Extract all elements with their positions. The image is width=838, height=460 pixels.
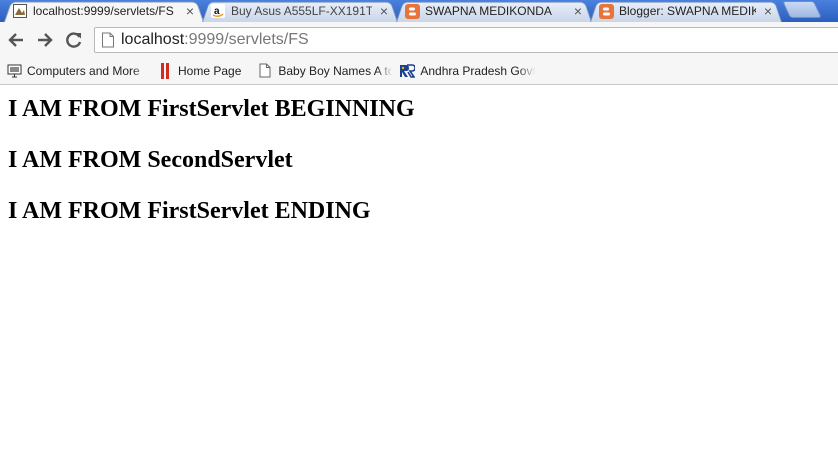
tab-amazon[interactable]: a Buy Asus A555LF-XX191T × (202, 0, 398, 22)
blogger-icon (598, 3, 614, 19)
tab-strip: localhost:9999/servlets/FS × a Buy Asus … (0, 0, 838, 22)
blogger-icon (404, 3, 420, 19)
tab-title: Blogger: SWAPNA MEDIKONDA (619, 4, 756, 18)
bookmark-label: Computers and More (27, 63, 140, 78)
servlet-output-line-2: I AM FROM SecondServlet (8, 147, 293, 173)
page-content: I AM FROM FirstServlet BEGINNING I AM FR… (8, 85, 830, 248)
page-icon (102, 32, 114, 48)
close-tab-icon[interactable]: × (762, 4, 774, 18)
bookmark-computers-and-more[interactable]: Computers and More (0, 59, 149, 82)
back-arrow-icon[interactable] (5, 29, 27, 51)
url-text: localhost:9999/servlets/FS (121, 31, 309, 49)
tab-title: Buy Asus A555LF-XX191T (231, 4, 372, 18)
forward-arrow-icon[interactable] (34, 29, 56, 51)
amazon-icon: a (210, 3, 226, 19)
tab-swapna-medikonda[interactable]: SWAPNA MEDIKONDA × (396, 0, 592, 22)
tab-localhost[interactable]: localhost:9999/servlets/FS × (4, 0, 204, 22)
close-tab-icon[interactable]: × (184, 4, 196, 18)
servlet-output-line-1: I AM FROM FirstServlet BEGINNING (8, 96, 415, 122)
bookmark-baby-boy-names[interactable]: Baby Boy Names A to (251, 59, 394, 82)
bookmark-home-page[interactable]: Home Page (151, 60, 247, 82)
tab-blogger[interactable]: Blogger: SWAPNA MEDIKONDA × (590, 0, 782, 22)
url-host: localhost (121, 31, 185, 48)
bookmarks-bar: Computers and More Home Page Baby Boy Na… (0, 57, 838, 85)
reload-icon[interactable] (63, 29, 85, 51)
close-tab-icon[interactable]: × (572, 4, 584, 18)
bookmark-label: Baby Boy Names A to (278, 63, 394, 78)
new-tab-button[interactable] (782, 1, 822, 18)
tab-title: localhost:9999/servlets/FS (33, 4, 174, 18)
monitor-icon (6, 63, 22, 79)
page-icon (12, 3, 28, 19)
address-bar[interactable]: localhost:9999/servlets/FS (94, 27, 838, 53)
ap-logo-icon (399, 63, 416, 79)
toolbar: localhost:9999/servlets/FS (0, 22, 838, 57)
red-bars-icon (157, 62, 173, 79)
bookmark-label: Home Page (178, 63, 242, 78)
bookmark-andhra-pradesh-govt[interactable]: Andhra Pradesh Govt (393, 59, 536, 82)
bookmark-label: Andhra Pradesh Govt (420, 63, 536, 78)
close-tab-icon[interactable]: × (378, 4, 390, 18)
page-icon (257, 63, 273, 79)
servlet-output-line-3: I AM FROM FirstServlet ENDING (8, 198, 371, 224)
url-path: :9999/servlets/FS (184, 31, 309, 48)
tab-title: SWAPNA MEDIKONDA (425, 4, 552, 18)
